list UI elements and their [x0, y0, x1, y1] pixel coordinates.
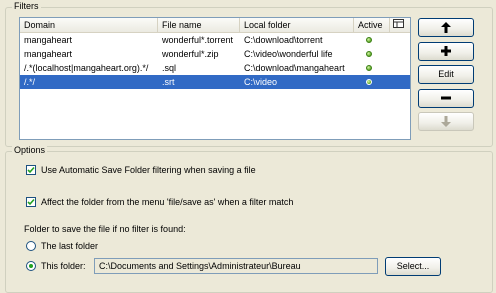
minus-icon [441, 96, 451, 100]
auto-save-filter-checkbox[interactable] [26, 165, 36, 175]
cell-domain: mangaheart [24, 49, 73, 59]
filters-title: Filters [12, 1, 41, 11]
this-folder-radio[interactable] [26, 261, 36, 271]
auto-save-filter-label: Use Automatic Save Folder filtering when… [41, 165, 256, 175]
column-chooser-icon[interactable] [390, 18, 410, 32]
edit-filter-button[interactable]: Edit [418, 65, 474, 84]
checkmark-icon [27, 198, 35, 206]
fallback-folder-label: Folder to save the file if no filter is … [24, 224, 186, 234]
active-indicator-icon[interactable] [366, 65, 372, 71]
last-folder-radio[interactable] [26, 241, 36, 251]
cell-local-folder: C:\download\mangaheart [244, 63, 345, 73]
last-folder-label: The last folder [41, 241, 99, 251]
cell-file-name: .sql [162, 63, 177, 73]
column-domain[interactable]: Domain [20, 18, 158, 32]
cell-local-folder: C:\video\wonderful life [244, 49, 333, 59]
cell-file-name: wonderful*.torrent [162, 35, 234, 45]
affect-folder-label: Affect the folder from the menu 'file/sa… [41, 197, 294, 207]
cell-file-name: .srt [162, 77, 175, 87]
cell-domain: mangaheart [24, 35, 73, 45]
filter-row[interactable]: /.*(localhost|mangaheart.org).*/ .sql C:\d… [20, 61, 410, 75]
cell-local-folder: C:\download\torrent [244, 35, 323, 45]
options-title: Options [12, 145, 48, 155]
column-local-folder[interactable]: Local folder [240, 18, 354, 32]
active-indicator-icon[interactable] [366, 37, 372, 43]
active-indicator-icon[interactable] [366, 79, 372, 85]
folder-path-field[interactable]: C:\Documents and Settings\Administrateur… [94, 258, 378, 274]
column-active[interactable]: Active [354, 18, 390, 32]
cell-local-folder: C:\video [244, 77, 278, 87]
move-down-button[interactable] [418, 112, 474, 131]
checkmark-icon [27, 166, 35, 174]
active-indicator-icon[interactable] [366, 51, 372, 57]
filter-row[interactable]: /.*/ .srt C:\video [20, 75, 410, 89]
select-folder-button[interactable]: Select... [385, 257, 441, 276]
filters-list[interactable]: Domain File name Local folder Active man… [19, 17, 411, 140]
add-filter-button[interactable] [418, 42, 474, 61]
remove-filter-button[interactable] [418, 89, 474, 108]
filter-row[interactable]: mangaheart wonderful*.torrent C:\download\… [20, 33, 410, 47]
affect-folder-checkbox[interactable] [26, 197, 36, 207]
cell-domain: /.*(localhost|mangaheart.org).*/ [24, 63, 149, 73]
arrow-up-icon [441, 22, 451, 33]
cell-domain: /.*/ [24, 77, 36, 87]
filter-row[interactable]: mangaheart wonderful*.zip C:\video\wonderf… [20, 47, 410, 61]
plus-icon [441, 46, 451, 56]
move-up-button[interactable] [418, 18, 474, 37]
column-file-name[interactable]: File name [158, 18, 240, 32]
cell-file-name: wonderful*.zip [162, 49, 219, 59]
arrow-down-icon [441, 116, 451, 127]
filters-list-header: Domain File name Local folder Active [20, 18, 410, 33]
this-folder-label: This folder: [41, 261, 86, 271]
